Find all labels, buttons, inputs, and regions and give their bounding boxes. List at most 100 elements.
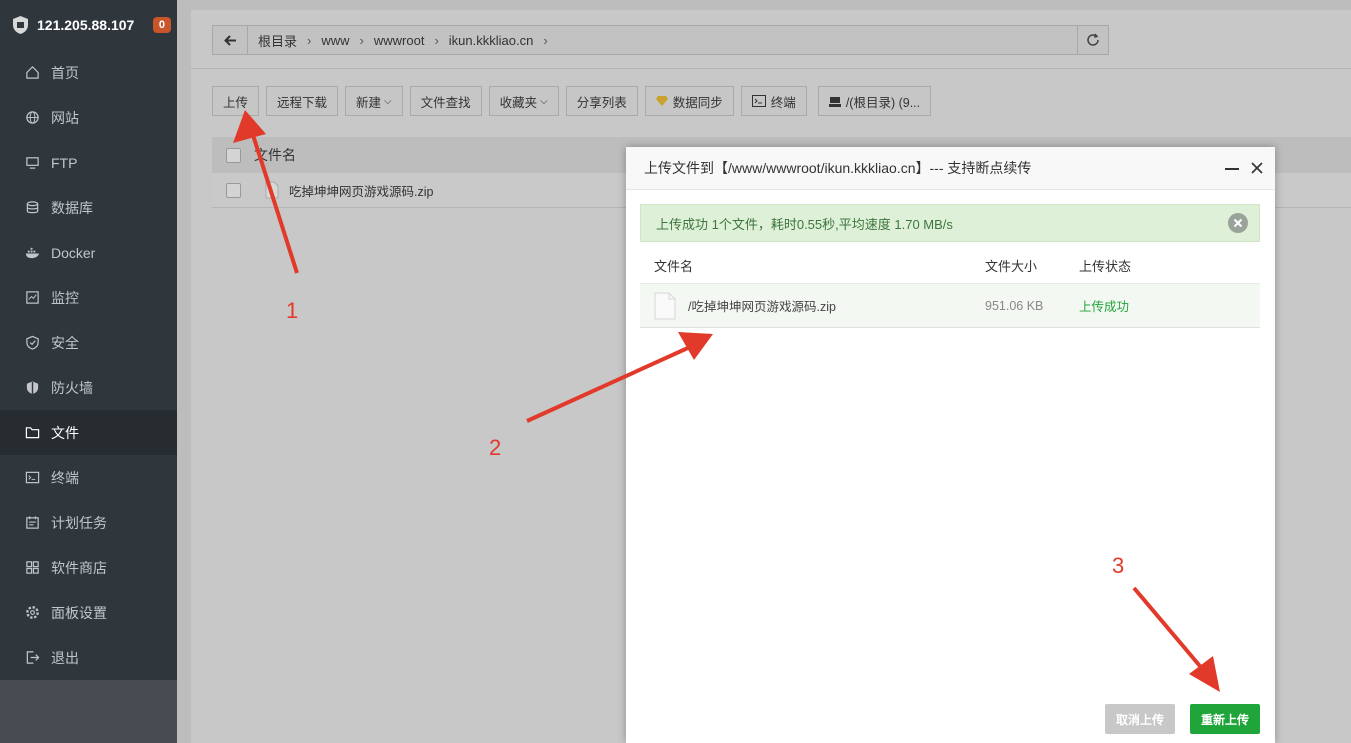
sidebar: 121.205.88.107 0 首页网站 FTP 数据库 Docker 监控安全防火墙… bbox=[0, 0, 177, 743]
remote-download-label: 远程下载 bbox=[277, 95, 328, 110]
calendar-icon bbox=[24, 515, 40, 531]
cancel-upload-button[interactable]: 取消上传 bbox=[1105, 704, 1175, 734]
sidebar-item-label: 防火墙 bbox=[51, 379, 93, 396]
row-checkbox[interactable] bbox=[226, 182, 241, 198]
annotation-number-2: 2 bbox=[489, 435, 502, 460]
file-search-label: 文件查找 bbox=[420, 95, 471, 110]
shield-icon bbox=[24, 335, 40, 351]
sidebar-item-label: FTP bbox=[51, 154, 78, 171]
back-button[interactable] bbox=[213, 26, 248, 54]
disk-label: /(根目录) (9... bbox=[845, 95, 921, 110]
chevron-down-icon: ⌵ bbox=[540, 95, 548, 107]
notification-badge[interactable]: 0 bbox=[152, 17, 171, 33]
sidebar-item-label: 网站 bbox=[51, 109, 79, 126]
file-search-button[interactable]: 文件查找 bbox=[409, 86, 482, 116]
share-list-label: 分享列表 bbox=[576, 95, 627, 110]
file-icon bbox=[654, 292, 676, 319]
diamond-icon bbox=[655, 96, 668, 106]
share-list-button[interactable]: 分享列表 bbox=[565, 86, 638, 116]
upload-status: 上传成功 bbox=[1079, 300, 1130, 314]
refresh-button[interactable] bbox=[1077, 26, 1108, 54]
sidebar-item-1[interactable]: 网站 bbox=[0, 95, 177, 140]
terminal-label: 终端 bbox=[770, 95, 796, 110]
sidebar-item-7[interactable]: 防火墙 bbox=[0, 365, 177, 410]
breadcrumb-item[interactable]: 根目录 bbox=[258, 31, 297, 50]
chevron-down-icon: ⌵ bbox=[384, 95, 392, 107]
annotation-number-3: 3 bbox=[1112, 553, 1125, 578]
sidebar-item-label: 数据库 bbox=[51, 199, 93, 216]
data-sync-label: 数据同步 bbox=[672, 95, 723, 110]
sidebar-item-label: 面板设置 bbox=[51, 604, 107, 621]
firewall-icon bbox=[24, 380, 40, 396]
table-row: /吃掉坤坤网页游戏源码.zip 951.06 KB 上传成功 bbox=[640, 284, 1260, 328]
arrow-left-icon bbox=[223, 34, 236, 46]
data-sync-button[interactable]: 数据同步 bbox=[644, 86, 734, 116]
server-ip: 121.205.88.107 bbox=[37, 17, 135, 33]
sidebar-item-11[interactable]: 软件商店 bbox=[0, 545, 177, 590]
favorites-dropdown[interactable]: 收藏夹 ⌵ bbox=[488, 86, 559, 116]
chevron-right-icon: › bbox=[543, 32, 548, 48]
sidebar-item-8[interactable]: 文件 bbox=[0, 410, 177, 455]
breadcrumb-item[interactable]: www bbox=[321, 33, 349, 48]
retry-upload-button[interactable]: 重新上传 bbox=[1190, 704, 1260, 734]
sidebar-item-label: 软件商店 bbox=[51, 559, 107, 576]
col-filename: 文件名 bbox=[654, 258, 694, 274]
sidebar-item-label: 退出 bbox=[51, 649, 79, 666]
shield-logo-icon bbox=[13, 16, 28, 34]
home-icon bbox=[24, 65, 40, 81]
col-filename: 文件名 bbox=[254, 147, 296, 163]
upload-label: 上传 bbox=[223, 95, 249, 110]
sidebar-item-9[interactable]: 终端 bbox=[0, 455, 177, 500]
sidebar-item-label: Docker bbox=[51, 244, 96, 261]
upload-dialog: 上传文件到【/www/wwwroot/ikun.kkkliao.cn】--- 支… bbox=[626, 147, 1275, 743]
close-icon[interactable] bbox=[1251, 162, 1263, 174]
database-icon bbox=[24, 200, 40, 216]
sidebar-item-0[interactable]: 首页 bbox=[0, 50, 177, 95]
chevron-right-icon: › bbox=[307, 32, 312, 48]
disk-icon bbox=[828, 96, 841, 107]
col-status: 上传状态 bbox=[1079, 258, 1132, 274]
upload-table-header: 文件名 文件大小 上传状态 bbox=[640, 247, 1260, 284]
alert-close-button[interactable] bbox=[1228, 213, 1248, 233]
upload-file-size: 951.06 KB bbox=[985, 298, 1044, 313]
disk-button[interactable]: /(根目录) (9... bbox=[817, 86, 932, 116]
ftp-icon bbox=[24, 155, 40, 171]
sidebar-item-label: 终端 bbox=[51, 469, 79, 486]
alert-text: 上传成功 1个文件，耗时0.55秒,平均速度 1.70 MB/s bbox=[656, 216, 953, 232]
remote-download-button[interactable]: 远程下载 bbox=[266, 86, 339, 116]
server-header: 121.205.88.107 0 bbox=[0, 0, 177, 50]
sidebar-item-4[interactable]: Docker bbox=[0, 230, 177, 275]
dialog-title: 上传文件到【/www/wwwroot/ikun.kkkliao.cn】--- 支… bbox=[644, 160, 1032, 176]
breadcrumb-item[interactable]: ikun.kkkliao.cn bbox=[449, 33, 534, 48]
sidebar-item-13[interactable]: 退出 bbox=[0, 635, 177, 680]
sidebar-item-3[interactable]: 数据库 bbox=[0, 185, 177, 230]
folder-icon bbox=[24, 425, 40, 441]
chevron-right-icon: › bbox=[434, 32, 439, 48]
breadcrumb-item[interactable]: wwwroot bbox=[374, 33, 425, 48]
annotation-number-1: 1 bbox=[286, 298, 299, 323]
sidebar-item-2[interactable]: FTP bbox=[0, 140, 177, 185]
terminal-button[interactable]: 终端 bbox=[740, 86, 807, 116]
sidebar-item-10[interactable]: 计划任务 bbox=[0, 500, 177, 545]
upload-button[interactable]: 上传 bbox=[212, 86, 260, 116]
upload-file-name: /吃掉坤坤网页游戏源码.zip bbox=[688, 300, 836, 314]
logout-icon bbox=[24, 650, 40, 666]
gear-icon bbox=[24, 605, 40, 621]
new-dropdown[interactable]: 新建 ⌵ bbox=[345, 86, 403, 116]
docker-icon bbox=[24, 245, 40, 261]
terminal-icon bbox=[751, 95, 766, 107]
new-label: 新建 bbox=[356, 95, 382, 110]
sidebar-item-label: 首页 bbox=[51, 64, 79, 81]
minimize-icon[interactable] bbox=[1225, 168, 1239, 170]
close-icon bbox=[1233, 218, 1243, 228]
sidebar-item-label: 安全 bbox=[51, 334, 79, 351]
sidebar-item-12[interactable]: 面板设置 bbox=[0, 590, 177, 635]
file-zip-icon bbox=[265, 181, 279, 199]
apps-icon bbox=[24, 560, 40, 576]
sidebar-item-6[interactable]: 安全 bbox=[0, 320, 177, 365]
file-name[interactable]: 吃掉坤坤网页游戏源码.zip bbox=[289, 181, 433, 200]
select-all-checkbox[interactable] bbox=[226, 147, 241, 163]
terminal-icon bbox=[24, 470, 40, 486]
sidebar-item-5[interactable]: 监控 bbox=[0, 275, 177, 320]
sidebar-item-label: 计划任务 bbox=[51, 514, 107, 531]
